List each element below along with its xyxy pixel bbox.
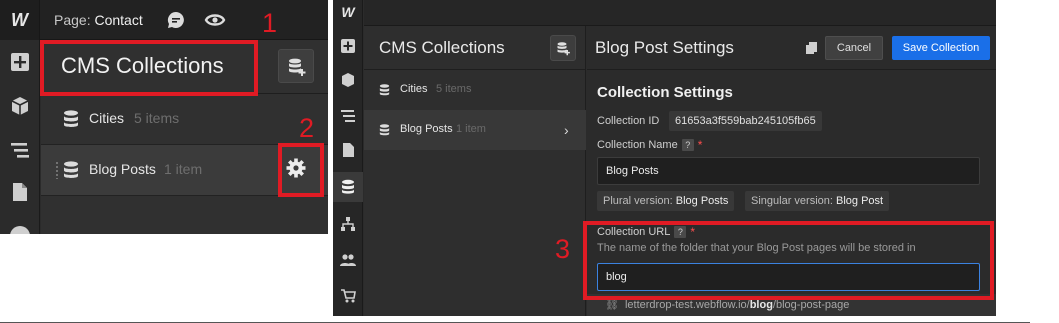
drag-handle[interactable] [55, 161, 59, 179]
highlight-box-1 [40, 40, 258, 96]
add-collection-button[interactable] [550, 35, 576, 61]
page-name: Contact [94, 12, 143, 28]
add-panel-icon[interactable] [10, 52, 30, 72]
collection-count: 5 items [134, 110, 180, 126]
settings-title: Blog Post Settings [595, 38, 734, 57]
url-suffix: /blog-post-page [772, 299, 850, 311]
right-top-bar [364, 0, 996, 26]
url-folder: blog [749, 299, 773, 311]
collection-name-input[interactable]: Blog Posts [597, 157, 980, 185]
symbols-cube-icon[interactable] [10, 96, 30, 116]
cms-database-icon[interactable] [340, 179, 356, 195]
duplicate-icon[interactable] [805, 41, 819, 55]
webflow-logo[interactable]: W [333, 0, 363, 26]
collection-label: Blog Posts [400, 123, 453, 135]
collection-count: 5 items [436, 83, 472, 95]
database-plus-icon [289, 58, 306, 76]
add-collection-button[interactable] [278, 49, 314, 83]
users-icon[interactable] [340, 252, 356, 268]
section-title: Collection Settings [597, 84, 733, 101]
page-selector[interactable]: Page: Contact [54, 12, 143, 28]
left-tool-rail [0, 40, 40, 234]
webflow-logo[interactable]: W [0, 0, 40, 40]
database-icon [379, 124, 390, 136]
navigator-icon[interactable] [10, 140, 30, 160]
save-collection-button[interactable]: Save Collection [892, 36, 990, 60]
cancel-button[interactable]: Cancel [825, 36, 883, 60]
symbols-cube-icon[interactable] [340, 72, 356, 88]
plural-value: Blog Posts [675, 195, 729, 207]
panel-title: CMS Collections [379, 38, 505, 57]
link-icon: ⛓ [605, 299, 619, 311]
help-icon[interactable]: ? [681, 139, 694, 152]
preview-eye-icon[interactable] [204, 11, 226, 29]
settings-header: Blog Post Settings Cancel Save Collectio… [587, 26, 996, 70]
collection-id-value: 61653a3f559bab245105fb65 [669, 111, 822, 131]
database-icon [64, 161, 78, 178]
cms-database-icon[interactable] [10, 226, 30, 234]
ecommerce-cart-icon[interactable] [340, 288, 356, 304]
pages-icon[interactable] [10, 182, 30, 202]
left-screenshot: W Page: Contact CMS Collections Cities 5… [0, 0, 328, 234]
collection-count: 1 item [456, 123, 486, 135]
database-icon [379, 84, 390, 96]
pages-icon[interactable] [340, 142, 356, 158]
annotation-number-3: 3 [555, 234, 571, 264]
collection-row-blog-posts[interactable]: Blog Posts 1 item › [364, 110, 586, 150]
annotation-number-1: 1 [262, 8, 278, 38]
url-prefix: letterdrop-test.webflow.io/ [624, 299, 750, 311]
collection-label: Cities [89, 110, 125, 126]
navigator-icon[interactable] [340, 108, 356, 124]
highlight-box-3 [583, 221, 994, 300]
singular-label: Singular version: [751, 195, 833, 207]
right-tool-rail: W [333, 0, 363, 316]
collection-label: Cities [400, 83, 428, 95]
singular-value: Blog Post [836, 195, 884, 207]
panel-header: CMS Collections [364, 26, 586, 70]
database-plus-icon [557, 42, 570, 56]
collection-row-cities[interactable]: Cities 5 items [364, 70, 586, 110]
collection-name-label: Collection Name [597, 139, 678, 151]
collection-name-label-row: Collection Name? * [597, 138, 702, 152]
chevron-right-icon: › [564, 122, 569, 138]
top-bar: W Page: Contact [0, 0, 328, 40]
collection-row-cities[interactable]: Cities 5 items [41, 94, 328, 144]
annotation-number-2: 2 [299, 113, 315, 143]
singular-version-chip: Singular version: Blog Post [745, 191, 890, 211]
cms-collections-panel: CMS Collections Cities 5 items Blog Post… [364, 26, 586, 316]
required-asterisk: * [697, 138, 703, 152]
plural-version-chip: Plural version: Blog Posts [597, 191, 735, 211]
collection-label: Blog Posts [89, 161, 156, 177]
add-panel-icon[interactable] [340, 38, 356, 54]
page-prefix: Page: [54, 12, 91, 28]
comment-icon[interactable] [166, 10, 186, 30]
collection-id-label: Collection ID [597, 115, 660, 127]
logic-flow-icon[interactable] [340, 216, 356, 232]
database-icon [64, 110, 78, 127]
highlight-box-2 [278, 143, 324, 197]
plural-label: Plural version: [603, 195, 673, 207]
collection-count: 1 item [164, 161, 203, 177]
